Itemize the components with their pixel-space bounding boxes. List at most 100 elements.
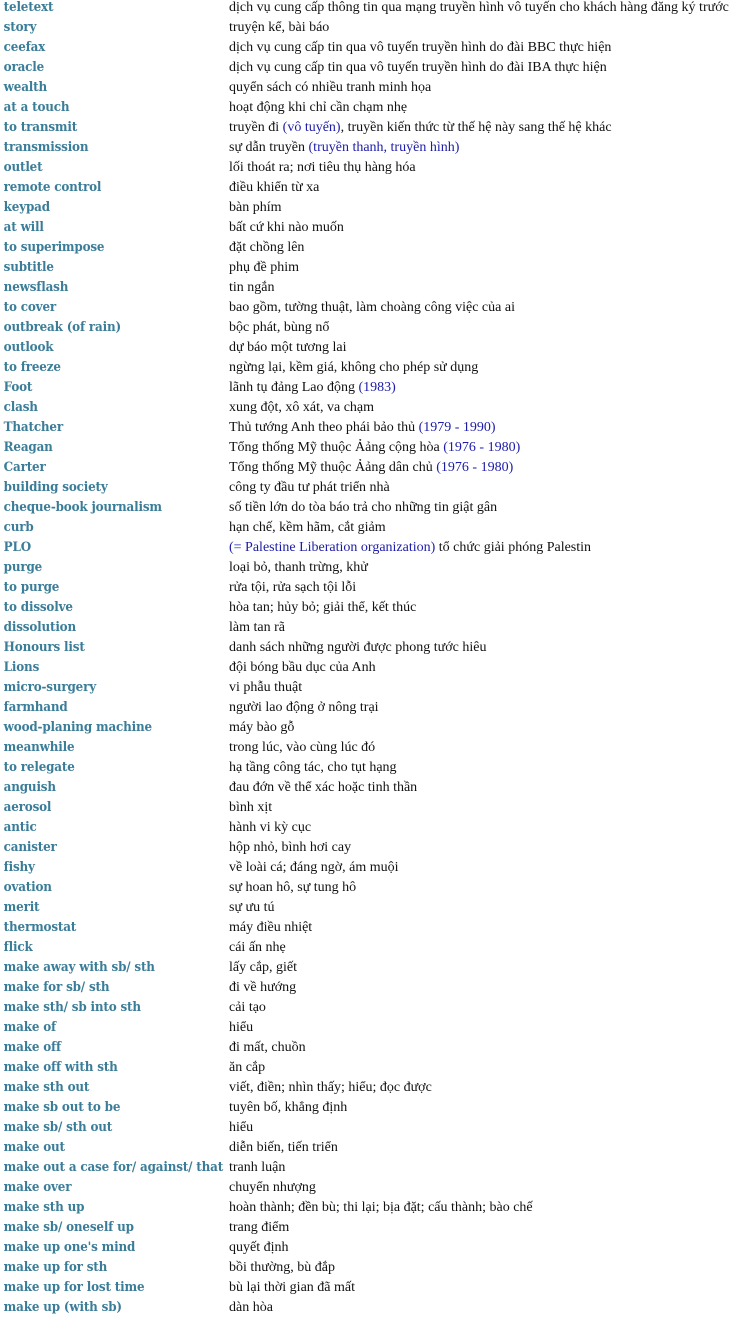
definition-text: số tiền lớn do tòa báo trả cho những tin… xyxy=(229,500,498,515)
vocab-definition: đi về hướng xyxy=(225,978,296,998)
definition-text: cải tạo xyxy=(229,1000,266,1015)
definition-note: (1976 - 1980) xyxy=(443,440,521,455)
vocab-row: keypad bàn phím xyxy=(0,198,751,218)
vocab-term: outlook xyxy=(3,340,54,355)
vocab-row: make out a case for/ against/ that tranh … xyxy=(0,1158,751,1178)
vocab-row: newsflash tin ngắn xyxy=(0,278,751,298)
vocab-definition: lấy cắp, giết xyxy=(225,958,297,978)
vocab-definition: diễn biến, tiến triển xyxy=(225,1138,338,1158)
definition-note: (1979 - 1990) xyxy=(418,420,496,435)
vocab-row: make sth out viết, điền; nhìn thấy; hiểu;… xyxy=(0,1078,751,1098)
vocab-definition: cái ấn nhẹ xyxy=(225,938,286,958)
vocab-row: make up for sth bồi thường, bù đắp xyxy=(0,1258,751,1278)
definition-text: lấy cắp, giết xyxy=(229,960,298,975)
vocab-term: micro-surgery xyxy=(3,680,96,695)
vocab-definition: rửa tội, rửa sạch tội lỗi xyxy=(225,578,356,598)
definition-text: điều khiển từ xa xyxy=(229,180,320,195)
definition-text: làm tan rã xyxy=(229,620,285,635)
definition-text: máy điều nhiệt xyxy=(229,920,313,935)
vocab-row: Thatcher Thủ tướng Anh theo phái bảo thủ … xyxy=(0,418,751,438)
definition-text: phụ đề phim xyxy=(229,260,299,275)
vocab-row: meanwhile trong lúc, vào cùng lúc đó xyxy=(0,738,751,758)
definition-text: cái ấn nhẹ xyxy=(229,940,286,955)
definition-text: sự dẫn truyền xyxy=(229,140,309,155)
vocab-definition: bình xịt xyxy=(225,798,272,818)
vocab-definition: máy điều nhiệt xyxy=(225,918,312,938)
vocab-term: oracle xyxy=(3,60,45,75)
vocab-row: Honours list danh sách những người được p… xyxy=(0,638,751,658)
vocab-definition: hành vi kỳ cục xyxy=(225,818,311,838)
vocab-term: canister xyxy=(3,840,57,855)
vocab-definition: xung đột, xô xát, va chạm xyxy=(225,398,374,418)
vocab-term: clash xyxy=(3,400,38,415)
definition-text: bình xịt xyxy=(229,800,273,815)
definition-text: về loài cá; đáng ngờ, ám muội xyxy=(229,860,399,875)
vocab-definition: viết, điền; nhìn thấy; hiểu; đọc được xyxy=(225,1078,432,1098)
vocab-definition: người lao động ở nông trại xyxy=(225,698,379,718)
definition-text: lối thoát ra; nơi tiêu thụ hàng hóa xyxy=(229,160,416,175)
vocab-term: Reagan xyxy=(3,440,53,455)
definition-text: đau đớn về thể xác hoặc tinh thần xyxy=(229,780,418,795)
definition-note: (= Palestine Liberation organization) xyxy=(229,540,436,555)
definition-text: hạ tầng công tác, cho tụt hạng xyxy=(229,760,397,775)
vocab-row: antic hành vi kỳ cục xyxy=(0,818,751,838)
definition-text: bất cứ khi nào muốn xyxy=(229,220,344,235)
definition-text: dự báo một tương lai xyxy=(229,340,347,355)
vocab-definition: dịch vụ cung cấp tin qua vô tuyến truyền… xyxy=(225,38,611,58)
vocab-definition: hòa tan; hủy bỏ; giải thể, kết thúc xyxy=(225,598,416,618)
vocab-term: newsflash xyxy=(3,280,69,295)
vocab-row: to relegate hạ tầng công tác, cho tụt hạn… xyxy=(0,758,751,778)
vocab-definition: trang điểm xyxy=(225,1218,289,1238)
definition-text: danh sách những người được phong tước hi… xyxy=(229,640,487,655)
vocab-definition: tuyên bố, khẳng định xyxy=(225,1098,347,1118)
vocab-row: to dissolve hòa tan; hủy bỏ; giải thể, kế… xyxy=(0,598,751,618)
vocab-definition: Tổng thống Mỹ thuộc Ảảng cộng hòa (1976 … xyxy=(225,438,520,458)
vocab-definition: trong lúc, vào cùng lúc đó xyxy=(225,738,375,758)
definition-text: hòa tan; hủy bỏ; giải thể, kết thúc xyxy=(229,600,417,615)
definition-text: bao gồm, tường thuật, làm choàng công vi… xyxy=(229,300,515,315)
vocab-row: flick cái ấn nhẹ xyxy=(0,938,751,958)
vocab-definition: lãnh tụ đảng Lao động (1983) xyxy=(225,378,396,398)
definition-text: quyển sách có nhiều tranh minh họa xyxy=(229,80,432,95)
vocab-term: make of xyxy=(3,1020,56,1035)
vocab-row: outlet lối thoát ra; nơi tiêu thụ hàng hó… xyxy=(0,158,751,178)
vocab-row: wood-planing machine máy bào gỗ xyxy=(0,718,751,738)
definition-text: dịch vụ cung cấp tin qua vô tuyến truyền… xyxy=(229,60,607,75)
vocab-definition: tin ngắn xyxy=(225,278,275,298)
vocab-definition: dịch vụ cung cấp tin qua vô tuyến truyền… xyxy=(225,58,607,78)
vocab-row: transmission sự dẫn truyền (truyền thanh,… xyxy=(0,138,751,158)
vocab-definition: hiểu xyxy=(225,1118,253,1138)
definition-text: loại bỏ, thanh trừng, khử xyxy=(229,560,368,575)
vocab-term: make sb out to be xyxy=(3,1100,121,1115)
definition-text: tin ngắn xyxy=(229,280,275,295)
definition-text: hiểu xyxy=(229,1020,254,1035)
vocab-row: make of hiểu xyxy=(0,1018,751,1038)
vocab-term: merit xyxy=(3,900,40,915)
vocab-definition: bộc phát, bùng nổ xyxy=(225,318,329,338)
vocab-term: make off with sth xyxy=(3,1060,118,1075)
vocab-definition: ăn cắp xyxy=(225,1058,265,1078)
vocab-row: clash xung đột, xô xát, va chạm xyxy=(0,398,751,418)
vocab-term: at a touch xyxy=(3,100,70,115)
vocab-row: make for sb/ sth đi về hướng xyxy=(0,978,751,998)
definition-text: viết, điền; nhìn thấy; hiểu; đọc được xyxy=(229,1080,432,1095)
definition-text: xung đột, xô xát, va chạm xyxy=(229,400,375,415)
vocab-definition: số tiền lớn do tòa báo trả cho những tin… xyxy=(225,498,497,518)
vocab-term: outlet xyxy=(3,160,43,175)
vocab-term: make sb/ oneself up xyxy=(3,1220,134,1235)
vocab-definition: máy bào gỗ xyxy=(225,718,294,738)
vocab-term: purge xyxy=(3,560,43,575)
vocab-term: antic xyxy=(3,820,37,835)
vocab-definition: tranh luận xyxy=(225,1158,285,1178)
vocab-definition: hạn chế, kềm hãm, cắt giảm xyxy=(225,518,386,538)
definition-text: truyền đi xyxy=(229,120,283,135)
definition-text: tuyên bố, khẳng định xyxy=(229,1100,348,1115)
vocab-term: Foot xyxy=(3,380,33,395)
vocab-definition: quyết định xyxy=(225,1238,289,1258)
vocab-term: wealth xyxy=(3,80,48,95)
vocab-row: fishy về loài cá; đáng ngờ, ám muội xyxy=(0,858,751,878)
vocab-term: curb xyxy=(3,520,34,535)
vocab-row: teletext dịch vụ cung cấp thông tin qua m… xyxy=(0,0,751,18)
vocab-term: make out xyxy=(3,1140,65,1155)
vocab-term: make up for lost time xyxy=(3,1280,145,1295)
